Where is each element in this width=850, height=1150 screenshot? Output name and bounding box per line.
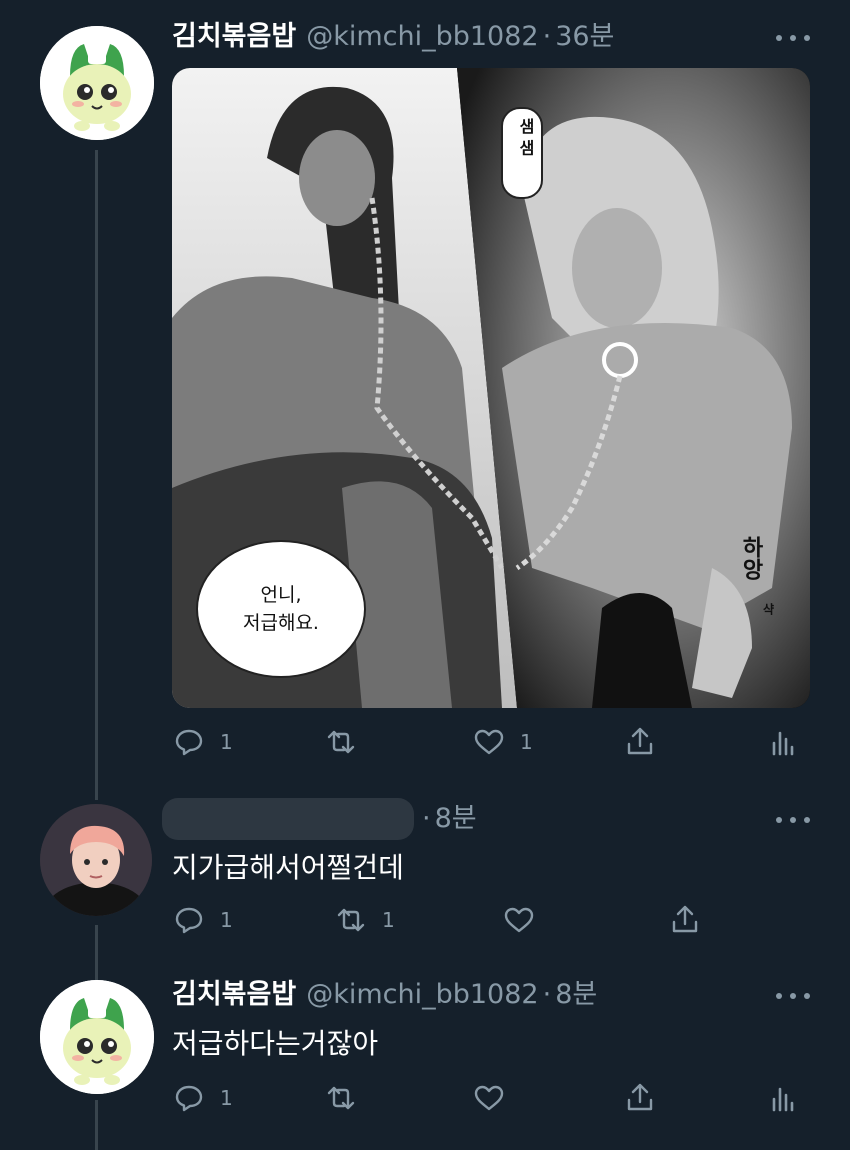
- analytics-icon: [772, 1087, 794, 1112]
- thread-line-3: [95, 1100, 98, 1150]
- reply-icon: [175, 729, 203, 756]
- analytics-button[interactable]: [766, 722, 800, 762]
- green-mascot-icon: [40, 980, 154, 1094]
- reply-count: 1: [220, 1086, 233, 1110]
- more-dot-icon: [804, 993, 810, 999]
- reply-icon: [175, 907, 203, 934]
- thread-line-2: [95, 925, 98, 980]
- share-icon: [627, 727, 653, 755]
- share-icon: [672, 905, 698, 933]
- green-mascot-icon: [40, 26, 154, 140]
- more-dot-icon: [790, 35, 796, 41]
- more-options-button[interactable]: [776, 986, 810, 1006]
- retweet-count: 1: [382, 908, 395, 932]
- tweet-header: · 8분: [418, 802, 477, 836]
- avatar[interactable]: [40, 980, 154, 1094]
- separator: ·: [542, 21, 552, 52]
- analytics-button[interactable]: [766, 1078, 800, 1118]
- heart-icon: [474, 1085, 504, 1111]
- share-button[interactable]: [623, 722, 657, 762]
- reply-count: 1: [220, 908, 233, 932]
- more-dot-icon: [804, 35, 810, 41]
- tweet-actions: 1 1: [172, 722, 812, 762]
- reply-count: 1: [220, 730, 233, 754]
- reply-button[interactable]: 1: [172, 722, 233, 762]
- like-count: 1: [520, 730, 533, 754]
- share-icon: [627, 1083, 653, 1111]
- share-button[interactable]: [623, 1078, 657, 1118]
- timestamp[interactable]: 8분: [435, 802, 477, 836]
- speech-bubble-line: 저급해요.: [243, 612, 319, 634]
- user-handle[interactable]: @kimchi_bb1082: [306, 978, 538, 1012]
- tweet-text: 저급하다는거잖아: [172, 1027, 379, 1060]
- redacted-display-name: [162, 798, 414, 840]
- more-dot-icon: [790, 817, 796, 823]
- tweet-actions: 1 1: [172, 900, 812, 940]
- more-dot-icon: [804, 817, 810, 823]
- avatar[interactable]: [40, 26, 154, 140]
- sound-effect-text: 샘 샘: [516, 118, 535, 156]
- speech-bubble-line: 언니,: [260, 584, 302, 606]
- avatar[interactable]: [40, 804, 152, 916]
- like-button[interactable]: 1: [472, 722, 533, 762]
- reply-button[interactable]: 1: [172, 900, 233, 940]
- sound-effect-text: 샥: [761, 603, 775, 615]
- sound-effect-text: 하앙: [738, 536, 763, 580]
- like-button[interactable]: [472, 1078, 520, 1118]
- retweet-icon: [337, 908, 365, 932]
- tweet-header: 김치볶음밥 @kimchi_bb1082 · 36분: [172, 20, 614, 54]
- more-dot-icon: [776, 993, 782, 999]
- like-button[interactable]: [502, 900, 550, 940]
- display-name[interactable]: 김치볶음밥: [172, 978, 296, 1012]
- retweet-icon: [327, 1086, 355, 1110]
- share-button[interactable]: [668, 900, 702, 940]
- reply-icon: [175, 1085, 203, 1112]
- display-name[interactable]: 김치볶음밥: [172, 20, 296, 54]
- more-dot-icon: [776, 35, 782, 41]
- retweet-button[interactable]: 1: [334, 900, 395, 940]
- more-options-button[interactable]: [776, 810, 810, 830]
- more-dot-icon: [776, 817, 782, 823]
- timestamp[interactable]: 36분: [555, 20, 614, 54]
- heart-icon: [474, 729, 504, 755]
- tweet-text: 지가급해서어쩔건데: [172, 851, 404, 884]
- retweet-button[interactable]: [324, 722, 372, 762]
- more-dot-icon: [790, 993, 796, 999]
- more-options-button[interactable]: [776, 28, 810, 48]
- timestamp[interactable]: 8분: [555, 978, 597, 1012]
- separator: ·: [422, 803, 431, 834]
- separator: ·: [542, 979, 552, 1010]
- retweet-button[interactable]: [324, 1078, 372, 1118]
- tweet-actions: 1: [172, 1078, 812, 1118]
- analytics-icon: [772, 731, 794, 756]
- person-photo-icon: [40, 804, 152, 916]
- tweet-header: 김치볶음밥 @kimchi_bb1082 · 8분: [172, 978, 597, 1012]
- tweet-media-image[interactable]: 언니, 저급해요. 샘 샘 하앙 샥: [172, 68, 810, 708]
- thread-line-1: [95, 150, 98, 800]
- speech-bubble: 언니, 저급해요.: [196, 540, 366, 678]
- heart-icon: [504, 907, 534, 933]
- reply-button[interactable]: 1: [172, 1078, 233, 1118]
- retweet-icon: [327, 730, 355, 754]
- user-handle[interactable]: @kimchi_bb1082: [306, 20, 538, 54]
